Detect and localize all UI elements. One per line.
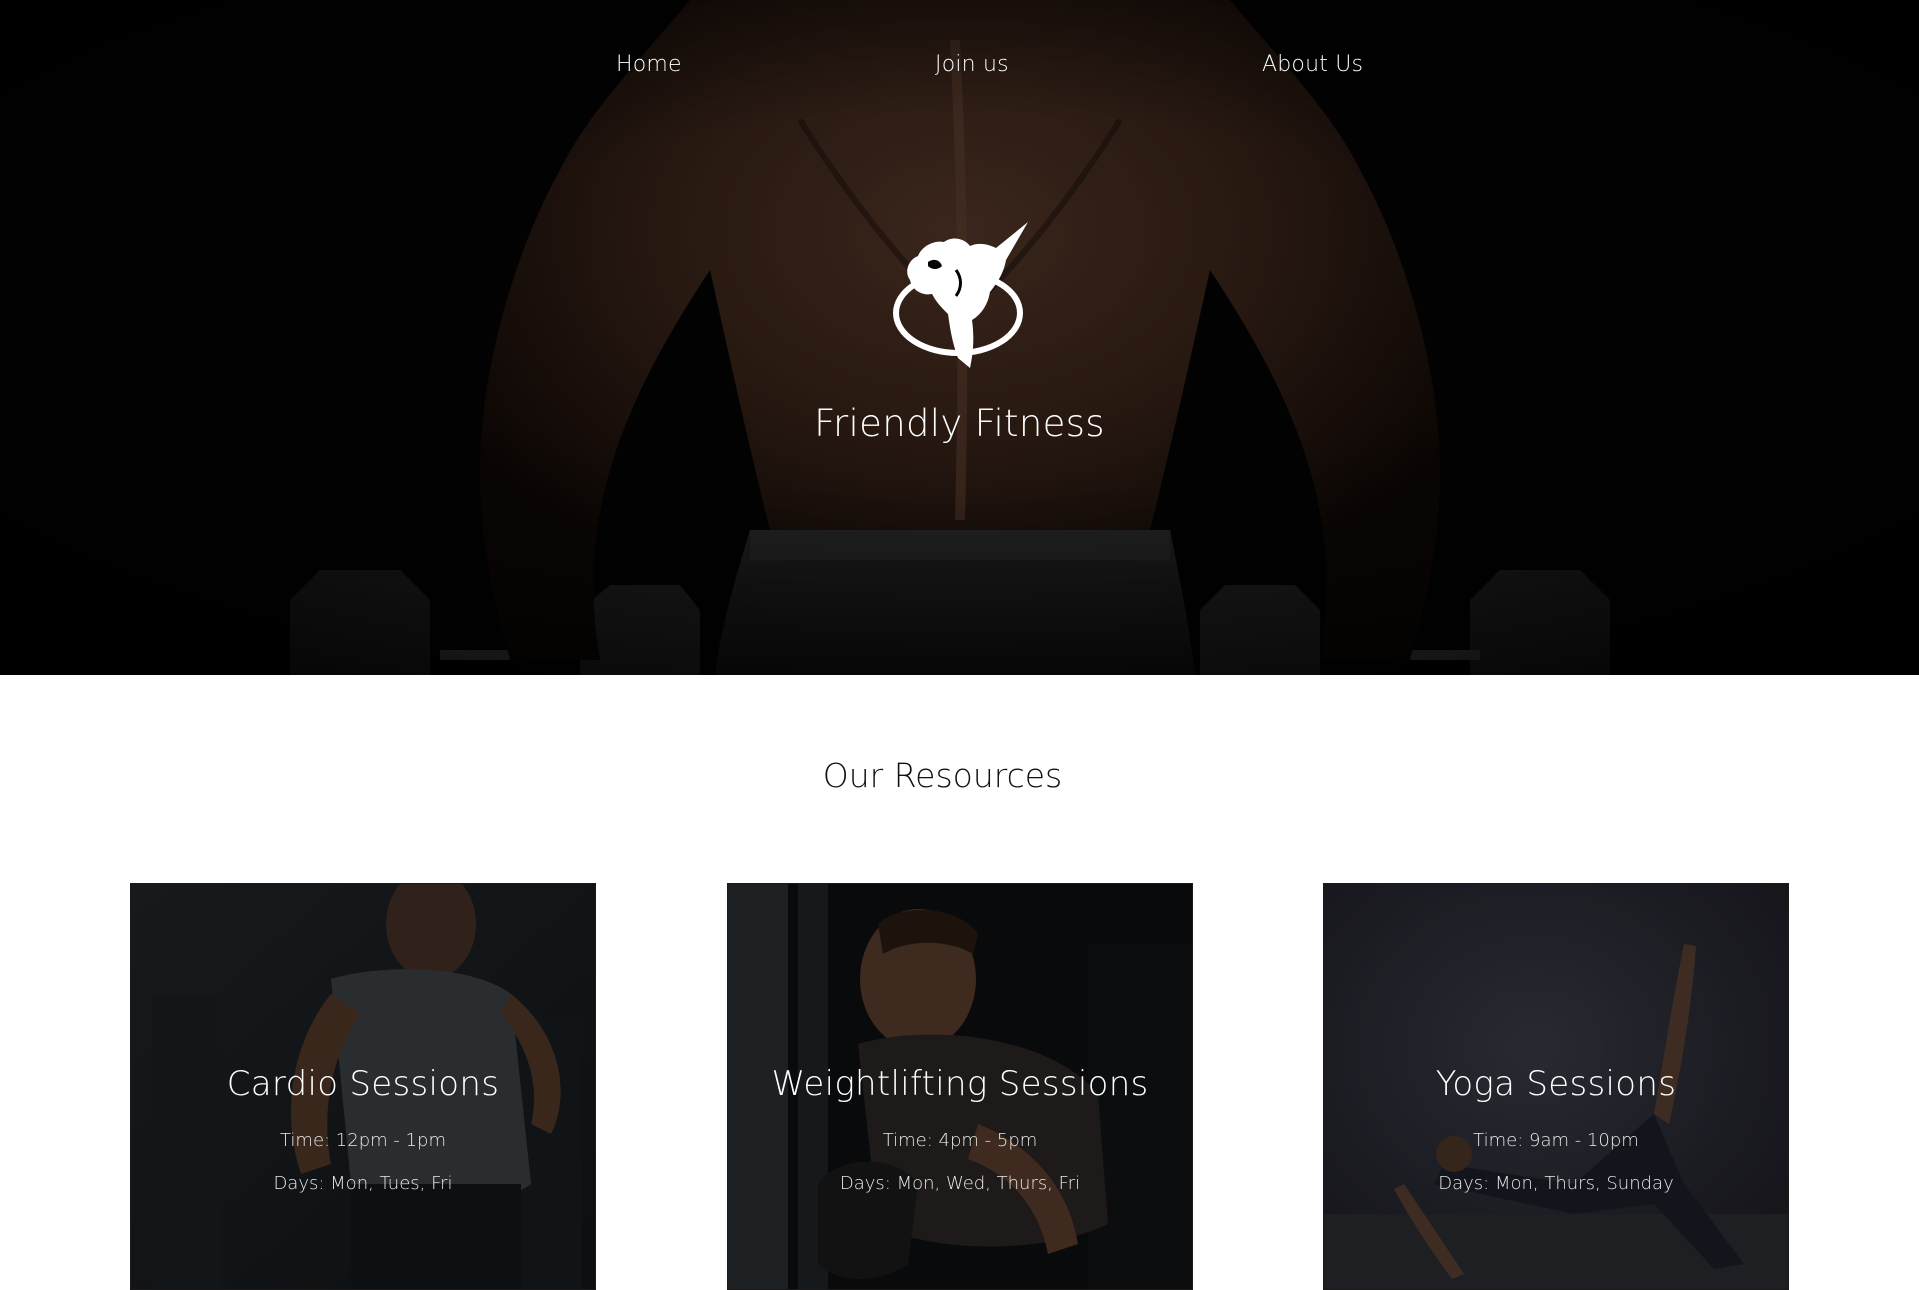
card-time: Time: 9am - 10pm bbox=[1473, 1130, 1639, 1151]
hero-banner: Home Join us About Us Friendly Fitness bbox=[0, 0, 1919, 675]
card-title: Cardio Sessions bbox=[226, 1064, 500, 1104]
card-title: Weightlifting Sessions bbox=[771, 1064, 1149, 1104]
card-days: Days: Mon, Thurs, Sunday bbox=[1438, 1173, 1674, 1194]
yoga-card-text: Yoga Sessions Time: 9am - 10pm Days: Mon… bbox=[1324, 1064, 1788, 1194]
card-days: Days: Mon, Wed, Thurs, Fri bbox=[839, 1173, 1081, 1194]
weightlifting-card-text: Weightlifting Sessions Time: 4pm - 5pm D… bbox=[728, 1064, 1192, 1194]
weightlifting-card[interactable]: Weightlifting Sessions Time: 4pm - 5pm D… bbox=[727, 883, 1193, 1290]
resources-heading: Our Resources bbox=[822, 756, 1063, 795]
site-title: Friendly Fitness bbox=[814, 402, 1105, 445]
nav-about-link[interactable]: About Us bbox=[1262, 52, 1363, 77]
page: Home Join us About Us Friendly Fitness O… bbox=[0, 0, 1919, 1290]
card-time: Time: 12pm - 1pm bbox=[279, 1130, 447, 1151]
main-nav: Home Join us About Us bbox=[0, 52, 1919, 88]
card-title: Yoga Sessions bbox=[1435, 1064, 1677, 1104]
nav-home-link[interactable]: Home bbox=[616, 52, 682, 77]
card-days: Days: Mon, Tues, Fri bbox=[273, 1173, 453, 1194]
card-time: Time: 4pm - 5pm bbox=[882, 1130, 1038, 1151]
bodybuilder-logo-icon bbox=[893, 222, 1028, 368]
cardio-card-text: Cardio Sessions Time: 12pm - 1pm Days: M… bbox=[131, 1064, 595, 1194]
yoga-card[interactable]: Yoga Sessions Time: 9am - 10pm Days: Mon… bbox=[1323, 883, 1789, 1290]
resources-cards: Cardio Sessions Time: 12pm - 1pm Days: M… bbox=[0, 883, 1919, 1290]
cardio-card[interactable]: Cardio Sessions Time: 12pm - 1pm Days: M… bbox=[130, 883, 596, 1290]
nav-join-link[interactable]: Join us bbox=[935, 52, 1009, 77]
